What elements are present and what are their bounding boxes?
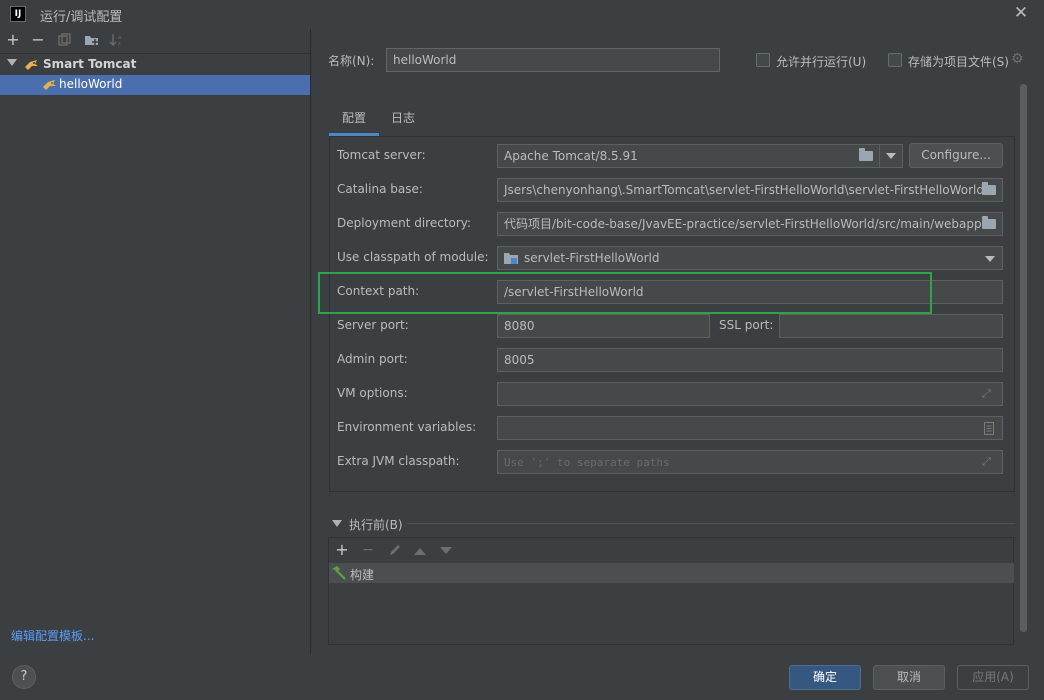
copy-config-icon[interactable] (55, 29, 75, 51)
apply-button[interactable]: 应用(A) (957, 665, 1029, 690)
tomcat-icon (43, 80, 56, 90)
tree-item-label: helloWorld (59, 77, 123, 91)
catalina-base-field[interactable]: Jsers\chenyonhang\.SmartTomcat\servlet-F… (497, 178, 1003, 202)
run-debug-config-dialog: IJ 运行/调试配置 ✕ + − az Smart Tomcat helloWo… (0, 0, 1044, 700)
edit-task-icon[interactable] (385, 539, 405, 561)
admin-port-field[interactable]: 8005 (497, 348, 1003, 372)
highlight-annotation-box (318, 272, 932, 314)
store-as-project-file-label[interactable]: 存储为项目文件(S) (908, 53, 1009, 70)
deployment-directory-label: Deployment directory: (337, 216, 472, 230)
ssl-port-field[interactable] (779, 314, 1003, 338)
extra-jvm-classpath-placeholder: Use ';' to separate paths (504, 456, 670, 469)
tab-logs[interactable]: 日志 (384, 106, 422, 136)
edit-templates-link[interactable]: 编辑配置模板... (11, 627, 94, 644)
deployment-directory-value: 代码项目/bit-code-base/JvavEE-practice/servl… (504, 217, 982, 231)
vm-options-label: VM options: (337, 386, 408, 400)
classpath-module-label: Use classpath of module: (337, 250, 489, 264)
close-icon[interactable]: ✕ (1012, 4, 1030, 22)
document-icon[interactable] (984, 422, 994, 435)
vertical-scrollbar[interactable] (1020, 84, 1027, 632)
before-launch-label[interactable]: 执行前(B) (349, 516, 403, 533)
server-port-label: Server port: (337, 318, 409, 332)
admin-port-value: 8005 (504, 353, 535, 367)
tab-configuration[interactable]: 配置 (329, 106, 379, 136)
server-port-value: 8080 (504, 319, 535, 333)
intellij-logo-icon: IJ (10, 6, 26, 22)
build-task-label: 构建 (350, 568, 375, 582)
hammer-icon (332, 566, 346, 580)
deployment-directory-field[interactable]: 代码项目/bit-code-base/JvavEE-practice/servl… (497, 212, 1003, 236)
move-down-icon[interactable] (436, 539, 456, 561)
tomcat-server-label: Tomcat server: (337, 148, 426, 162)
expand-icon[interactable]: ⤢ (982, 388, 994, 400)
name-label: 名称(N): (328, 54, 375, 68)
folder-icon[interactable] (982, 182, 996, 195)
vm-options-field[interactable]: ⤢ (497, 382, 1003, 406)
tree-item-helloworld[interactable] (0, 75, 310, 95)
left-toolbar: + − az (0, 29, 310, 53)
sort-icon[interactable]: az (107, 29, 127, 51)
panel-divider[interactable] (310, 29, 311, 654)
tree-group-label: Smart Tomcat (43, 57, 137, 71)
tomcat-server-value: Apache Tomcat/8.5.91 (504, 149, 638, 163)
tomcat-server-select[interactable]: Apache Tomcat/8.5.91 (497, 144, 880, 168)
before-launch-item[interactable] (329, 563, 1014, 583)
remove-task-icon[interactable]: − (358, 539, 378, 561)
remove-config-icon[interactable]: − (28, 29, 48, 51)
chevron-down-icon (985, 256, 995, 262)
store-as-project-file-checkbox[interactable] (888, 53, 902, 67)
name-input[interactable]: helloWorld (386, 48, 720, 72)
expand-icon[interactable]: ⤢ (982, 456, 994, 468)
ssl-port-label: SSL port: (719, 318, 774, 332)
module-folder-icon (504, 253, 518, 264)
new-folder-icon[interactable] (82, 29, 102, 51)
environment-variables-field[interactable] (497, 416, 1003, 440)
classpath-module-select[interactable]: servlet-FirstHelloWorld (497, 246, 1003, 270)
folder-icon[interactable] (982, 216, 996, 229)
classpath-module-value: servlet-FirstHelloWorld (524, 251, 660, 265)
title-bar (0, 0, 1044, 29)
before-launch-divider (407, 523, 1015, 524)
allow-parallel-label[interactable]: 允许并行运行(U) (776, 53, 866, 70)
tomcat-icon (25, 60, 38, 70)
before-launch-collapse-icon[interactable] (332, 520, 342, 527)
expand-arrow-icon[interactable] (7, 59, 17, 66)
folder-icon[interactable] (859, 148, 873, 161)
cancel-button[interactable]: 取消 (873, 665, 945, 690)
move-up-icon[interactable] (410, 539, 430, 561)
environment-variables-label: Environment variables: (337, 420, 477, 434)
configure-button[interactable]: Configure... (909, 143, 1003, 168)
window-title: 运行/调试配置 (40, 10, 123, 25)
chevron-down-icon (886, 153, 896, 159)
allow-parallel-checkbox[interactable] (756, 53, 770, 67)
help-button[interactable]: ? (12, 665, 36, 689)
catalina-base-label: Catalina base: (337, 182, 423, 196)
ok-button[interactable]: 确定 (789, 665, 861, 690)
toolbar-divider (0, 53, 310, 54)
before-launch-toolbar: + − (329, 538, 1014, 562)
add-config-icon[interactable]: + (3, 29, 23, 51)
server-port-field[interactable]: 8080 (497, 314, 710, 338)
add-task-icon[interactable]: + (332, 539, 352, 561)
svg-text:z: z (118, 41, 121, 47)
extra-jvm-classpath-field[interactable]: Use ';' to separate paths ⤢ (497, 450, 1003, 474)
tomcat-server-dropdown-button[interactable] (879, 144, 903, 168)
admin-port-label: Admin port: (337, 352, 408, 366)
catalina-base-value: Jsers\chenyonhang\.SmartTomcat\servlet-F… (504, 183, 985, 197)
gear-icon[interactable]: ⚙ (1011, 52, 1025, 66)
extra-jvm-classpath-label: Extra JVM classpath: (337, 454, 460, 468)
